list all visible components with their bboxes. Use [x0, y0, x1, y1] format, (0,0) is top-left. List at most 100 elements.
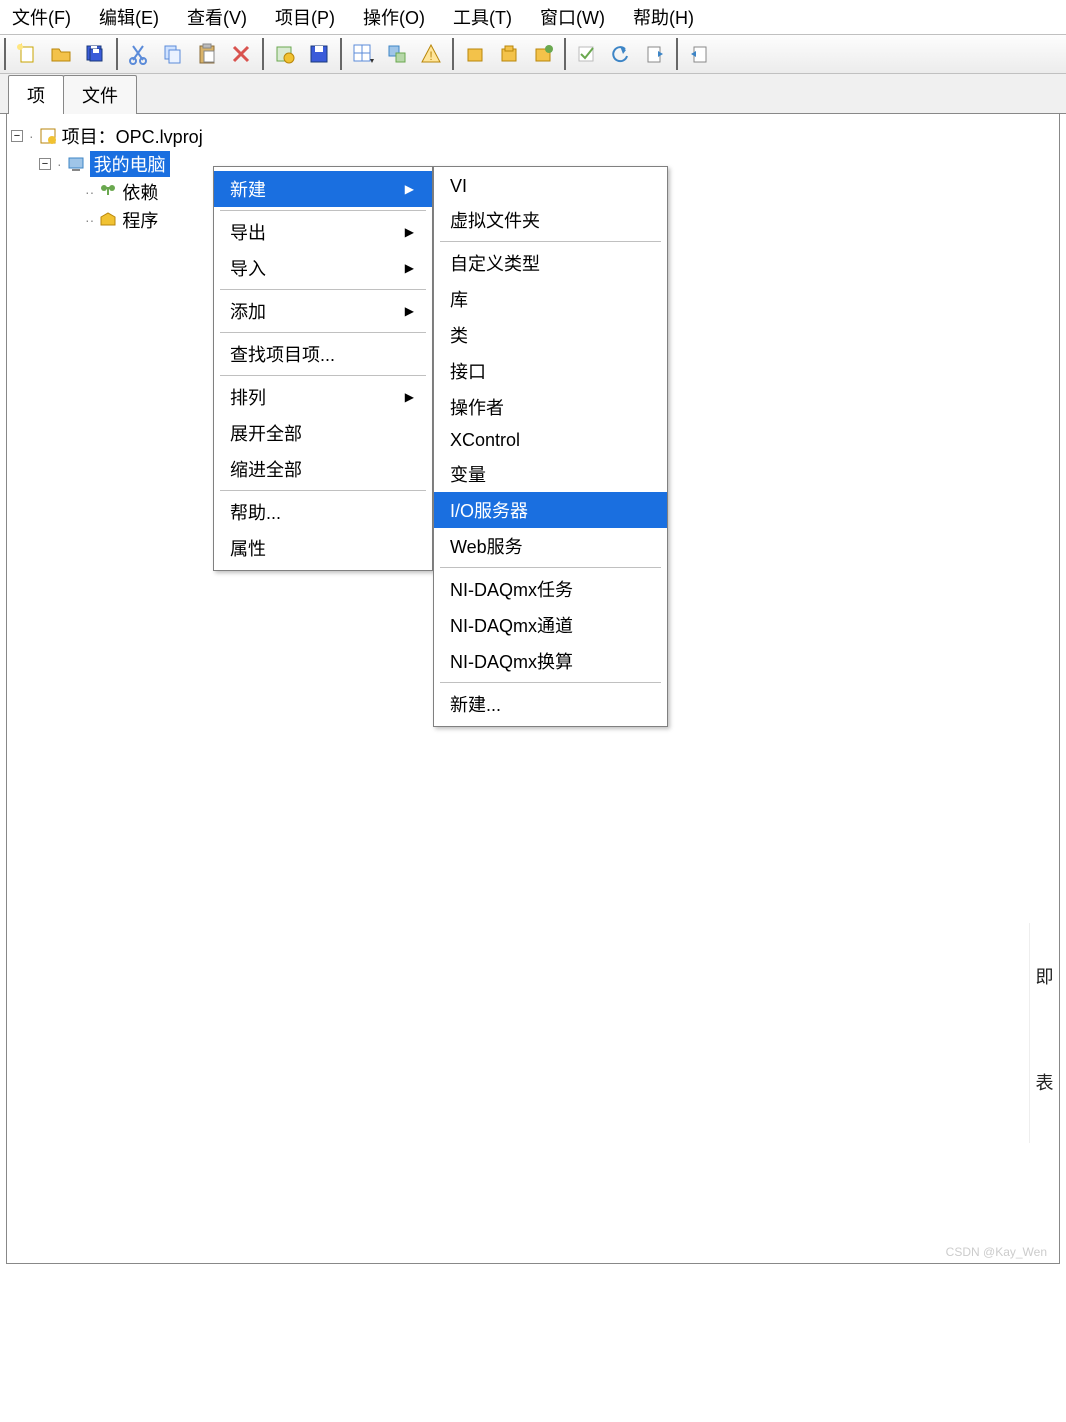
ctx-label: I/O服务器 — [450, 497, 528, 523]
menu-operate[interactable]: 操作(O) — [355, 2, 433, 32]
ctx-label: VI — [450, 176, 467, 197]
tree-label: 依赖 — [122, 179, 158, 205]
builds-icon — [98, 210, 118, 230]
tab-bar: 项 文件 — [0, 74, 1066, 114]
menu-view[interactable]: 查看(V) — [179, 2, 255, 32]
submenu-arrow-icon: ▶ — [405, 304, 414, 318]
ctx-label: Web服务 — [450, 533, 523, 559]
ctx-export[interactable]: 导出 ▶ — [214, 214, 432, 250]
ctx-expand[interactable]: 展开全部 — [214, 415, 432, 451]
doc-left-icon[interactable] — [640, 39, 670, 69]
box3-icon[interactable] — [528, 39, 558, 69]
sub-library[interactable]: 库 — [434, 281, 667, 317]
sub-virtual-folder[interactable]: 虚拟文件夹 — [434, 202, 667, 238]
grid-config-icon[interactable] — [348, 39, 378, 69]
ctx-collapse[interactable]: 缩进全部 — [214, 451, 432, 487]
project-config-icon[interactable] — [270, 39, 300, 69]
sub-custom-type[interactable]: 自定义类型 — [434, 245, 667, 281]
sub-daq-task[interactable]: NI-DAQmx任务 — [434, 571, 667, 607]
delete-icon[interactable] — [226, 39, 256, 69]
ctx-label: 操作者 — [450, 394, 504, 420]
menubar: 文件(F) 编辑(E) 查看(V) 项目(P) 操作(O) 工具(T) 窗口(W… — [0, 0, 1066, 34]
ctx-properties[interactable]: 属性 — [214, 530, 432, 566]
sub-operator[interactable]: 操作者 — [434, 389, 667, 425]
tree-label: 项目：OPC.lvproj — [62, 123, 203, 149]
context-menu: 新建 ▶ 导出 ▶ 导入 ▶ 添加 ▶ 查找项目项... 排列 ▶ 展开全部 — [213, 166, 433, 571]
check-icon[interactable] — [572, 39, 602, 69]
tool-icon[interactable] — [382, 39, 412, 69]
paste-icon[interactable] — [192, 39, 222, 69]
cut-icon[interactable] — [124, 39, 154, 69]
ctx-label: 展开全部 — [230, 420, 302, 446]
ctx-help[interactable]: 帮助... — [214, 494, 432, 530]
ctx-label: 库 — [450, 286, 468, 312]
tab-project[interactable]: 项 — [8, 75, 64, 114]
dependencies-icon — [98, 182, 118, 202]
side-text: 表 — [1036, 1069, 1054, 1095]
ctx-label: 类 — [450, 322, 468, 348]
sub-vi[interactable]: VI — [434, 171, 667, 202]
box1-icon[interactable] — [460, 39, 490, 69]
ctx-label: 帮助... — [230, 499, 281, 525]
ctx-label: 缩进全部 — [230, 456, 302, 482]
ctx-label: 新建... — [450, 691, 501, 717]
tree-row-project-root[interactable]: − · 项目：OPC.lvproj — [11, 122, 1055, 150]
ctx-add[interactable]: 添加 ▶ — [214, 293, 432, 329]
submenu-arrow-icon: ▶ — [405, 390, 414, 404]
sub-xcontrol[interactable]: XControl — [434, 425, 667, 456]
ctx-label: NI-DAQmx换算 — [450, 648, 573, 674]
open-folder-icon[interactable] — [46, 39, 76, 69]
ctx-label: 查找项目项... — [230, 341, 335, 367]
sub-daq-channel[interactable]: NI-DAQmx通道 — [434, 607, 667, 643]
warning-icon[interactable]: ! — [416, 39, 446, 69]
submenu-arrow-icon: ▶ — [405, 225, 414, 239]
tab-files[interactable]: 文件 — [63, 75, 137, 114]
menu-file[interactable]: 文件(F) — [4, 2, 79, 32]
ctx-label: 导出 — [230, 219, 266, 245]
side-panel: 即 表 — [1029, 923, 1059, 1143]
box2-icon[interactable] — [494, 39, 524, 69]
menu-tools[interactable]: 工具(T) — [445, 2, 520, 32]
save-all-icon[interactable] — [80, 39, 110, 69]
expander-icon[interactable]: − — [39, 158, 51, 170]
toolbar: ! — [0, 34, 1066, 74]
submenu-arrow-icon: ▶ — [405, 182, 414, 196]
ctx-label: NI-DAQmx任务 — [450, 576, 573, 602]
sub-io-server[interactable]: I/O服务器 — [434, 492, 667, 528]
undo-icon[interactable] — [606, 39, 636, 69]
svg-text:!: ! — [429, 49, 432, 63]
computer-icon — [66, 154, 86, 174]
context-submenu-new: VI 虚拟文件夹 自定义类型 库 类 接口 操作者 XControl 变量 I/… — [433, 166, 668, 727]
sub-interface[interactable]: 接口 — [434, 353, 667, 389]
tree-label-selected: 我的电脑 — [90, 151, 170, 177]
menu-project[interactable]: 项目(P) — [267, 2, 343, 32]
sub-new[interactable]: 新建... — [434, 686, 667, 722]
project-icon — [38, 126, 58, 146]
ctx-label: 虚拟文件夹 — [450, 207, 540, 233]
save-icon[interactable] — [304, 39, 334, 69]
ctx-label: 接口 — [450, 358, 486, 384]
ctx-label: 添加 — [230, 298, 266, 324]
sub-daq-scale[interactable]: NI-DAQmx换算 — [434, 643, 667, 679]
sub-web-service[interactable]: Web服务 — [434, 528, 667, 564]
sub-variable[interactable]: 变量 — [434, 456, 667, 492]
ctx-arrange[interactable]: 排列 ▶ — [214, 379, 432, 415]
menu-edit[interactable]: 编辑(E) — [91, 2, 167, 32]
side-text: 即 — [1036, 963, 1054, 989]
menu-window[interactable]: 窗口(W) — [532, 2, 613, 32]
sub-class[interactable]: 类 — [434, 317, 667, 353]
new-file-icon[interactable] — [12, 39, 42, 69]
ctx-label: 自定义类型 — [450, 250, 540, 276]
submenu-arrow-icon: ▶ — [405, 261, 414, 275]
tree-label: 程序 — [122, 207, 158, 233]
ctx-label: 变量 — [450, 461, 486, 487]
ctx-import[interactable]: 导入 ▶ — [214, 250, 432, 286]
expander-icon[interactable]: − — [11, 130, 23, 142]
ctx-label: 排列 — [230, 384, 266, 410]
watermark: CSDN @Kay_Wen — [946, 1245, 1047, 1259]
menu-help[interactable]: 帮助(H) — [625, 2, 702, 32]
copy-icon[interactable] — [158, 39, 188, 69]
ctx-find[interactable]: 查找项目项... — [214, 336, 432, 372]
doc-right-icon[interactable] — [684, 39, 714, 69]
ctx-new[interactable]: 新建 ▶ — [214, 171, 432, 207]
